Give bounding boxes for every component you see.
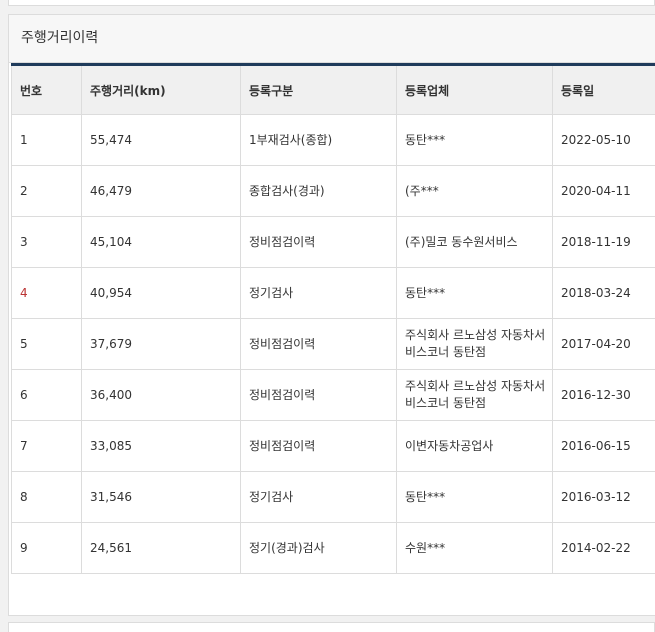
next-section-edge xyxy=(8,622,655,632)
table-row: 246,479종합검사(경과)(주***2020-04-11 xyxy=(12,166,655,217)
row-registration-type: 정비점검이력 xyxy=(241,319,397,370)
row-mileage: 40,954 xyxy=(82,268,241,319)
section-title: 주행거리이력 xyxy=(9,15,655,63)
row-number: 7 xyxy=(12,421,82,472)
previous-section-edge xyxy=(8,0,655,6)
row-registration-type: 1부재검사(종합) xyxy=(241,115,397,166)
row-mileage: 37,679 xyxy=(82,319,241,370)
header-registration-type: 등록구분 xyxy=(241,65,397,115)
table-row: 155,4741부재검사(종합)동탄***2022-05-10 xyxy=(12,115,655,166)
row-mileage: 36,400 xyxy=(82,370,241,421)
row-registrar: 동탄*** xyxy=(397,472,553,523)
row-registration-date: 2020-04-11 xyxy=(553,166,655,217)
row-registration-date: 2016-12-30 xyxy=(553,370,655,421)
header-mileage: 주행거리(km) xyxy=(82,65,241,115)
row-number: 4 xyxy=(12,268,82,319)
row-registration-type: 정비점검이력 xyxy=(241,217,397,268)
row-registrar: 수원*** xyxy=(397,523,553,574)
row-registration-type: 정비점검이력 xyxy=(241,421,397,472)
row-registration-date: 2016-03-12 xyxy=(553,472,655,523)
row-registration-type: 정기(경과)검사 xyxy=(241,523,397,574)
row-registration-type: 종합검사(경과) xyxy=(241,166,397,217)
row-mileage: 55,474 xyxy=(82,115,241,166)
table-row: 440,954정기검사동탄***2018-03-24 xyxy=(12,268,655,319)
table-row: 537,679정비점검이력주식회사 르노삼성 자동차서비스코너 동탄점2017-… xyxy=(12,319,655,370)
row-mileage: 31,546 xyxy=(82,472,241,523)
mileage-history-table-wrap: 번호 주행거리(km) 등록구분 등록업체 등록일 155,4741부재검사(종… xyxy=(11,63,647,574)
row-registration-type: 정비점검이력 xyxy=(241,370,397,421)
row-registration-date: 2014-02-22 xyxy=(553,523,655,574)
row-registrar: (주)밀코 동수원서비스 xyxy=(397,217,553,268)
row-number: 9 xyxy=(12,523,82,574)
row-registrar: 이변자동차공업사 xyxy=(397,421,553,472)
row-registration-date: 2018-11-19 xyxy=(553,217,655,268)
row-mileage: 33,085 xyxy=(82,421,241,472)
row-number: 3 xyxy=(12,217,82,268)
header-number: 번호 xyxy=(12,65,82,115)
row-registration-type: 정기검사 xyxy=(241,472,397,523)
mileage-history-table: 번호 주행거리(km) 등록구분 등록업체 등록일 155,4741부재검사(종… xyxy=(11,63,655,574)
table-header-row: 번호 주행거리(km) 등록구분 등록업체 등록일 xyxy=(12,65,655,115)
table-row: 636,400정비점검이력주식회사 르노삼성 자동차서비스코너 동탄점2016-… xyxy=(12,370,655,421)
row-mileage: 24,561 xyxy=(82,523,241,574)
table-row: 733,085정비점검이력이변자동차공업사2016-06-15 xyxy=(12,421,655,472)
row-registration-date: 2022-05-10 xyxy=(553,115,655,166)
row-registration-type: 정기검사 xyxy=(241,268,397,319)
row-number: 2 xyxy=(12,166,82,217)
row-number: 8 xyxy=(12,472,82,523)
row-registration-date: 2017-04-20 xyxy=(553,319,655,370)
header-registration-date: 등록일 xyxy=(553,65,655,115)
row-registrar: 주식회사 르노삼성 자동차서비스코너 동탄점 xyxy=(397,370,553,421)
table-row: 924,561정기(경과)검사수원***2014-02-22 xyxy=(12,523,655,574)
row-registrar: 동탄*** xyxy=(397,115,553,166)
row-number: 6 xyxy=(12,370,82,421)
row-registrar: (주*** xyxy=(397,166,553,217)
table-row: 345,104정비점검이력(주)밀코 동수원서비스2018-11-19 xyxy=(12,217,655,268)
row-registrar: 주식회사 르노삼성 자동차서비스코너 동탄점 xyxy=(397,319,553,370)
table-row: 831,546정기검사동탄***2016-03-12 xyxy=(12,472,655,523)
row-number: 5 xyxy=(12,319,82,370)
row-registration-date: 2016-06-15 xyxy=(553,421,655,472)
row-number: 1 xyxy=(12,115,82,166)
row-mileage: 45,104 xyxy=(82,217,241,268)
row-mileage: 46,479 xyxy=(82,166,241,217)
row-registration-date: 2018-03-24 xyxy=(553,268,655,319)
header-registrar: 등록업체 xyxy=(397,65,553,115)
row-registrar: 동탄*** xyxy=(397,268,553,319)
